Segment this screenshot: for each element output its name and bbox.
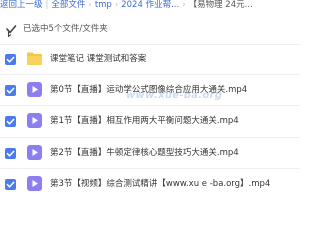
file-row-video[interactable]: 第2节【直播】牛顿定律核心题型技巧大通关.mp4 <box>0 137 300 168</box>
check-icon <box>6 181 15 188</box>
breadcrumb-current: 【易物理 24元... <box>188 0 253 10</box>
file-row-video[interactable]: 第1节【直播】相互作用两大平衡问题大通关.mp4 <box>0 105 300 136</box>
check-icon <box>6 118 15 125</box>
video-file-icon <box>27 82 42 97</box>
check-icon <box>6 56 15 63</box>
breadcrumb: 返回上一级 | 全部文件 › tmp › 2024 作业帮... › 【易物理 24元... <box>0 0 300 15</box>
breadcrumb-item-all-files[interactable]: 全部文件 <box>51 0 85 10</box>
row-checkbox[interactable] <box>5 148 16 159</box>
file-row-folder[interactable]: 课堂笔记 课堂测试和答案 <box>0 44 300 74</box>
selection-bar: 已选中5个文件/文件夹 <box>0 15 300 45</box>
breadcrumb-separator: › <box>182 0 186 10</box>
folder-icon <box>27 52 42 65</box>
file-name[interactable]: 第2节【直播】牛顿定律核心题型技巧大通关.mp4 <box>50 147 298 159</box>
video-file-icon <box>27 145 42 160</box>
breadcrumb-item-tmp[interactable]: tmp <box>95 0 112 10</box>
row-checkbox[interactable] <box>5 54 16 65</box>
breadcrumb-separator: | <box>45 0 49 10</box>
file-name[interactable]: 课堂笔记 课堂测试和答案 <box>50 53 298 65</box>
video-file-icon <box>27 176 42 191</box>
video-file-icon <box>27 113 42 128</box>
breadcrumb-separator: › <box>114 0 119 10</box>
row-checkbox[interactable] <box>5 85 16 96</box>
back-link[interactable]: 返回上一级 <box>0 0 43 10</box>
file-row-video[interactable]: 第3节【视频】综合测试精讲【www.xu e -ba.org】.mp4 <box>0 168 300 199</box>
row-checkbox[interactable] <box>5 179 16 190</box>
file-name[interactable]: 第1节【直播】相互作用两大平衡问题大通关.mp4 <box>50 115 298 127</box>
breadcrumb-item-2024[interactable]: 2024 作业帮... <box>121 0 179 10</box>
watermark: www.xue-ba.org <box>126 90 223 101</box>
selection-count: 已选中5个文件/文件夹 <box>23 24 108 34</box>
file-name[interactable]: 第3节【视频】综合测试精讲【www.xu e -ba.org】.mp4 <box>50 178 298 190</box>
check-icon <box>6 150 15 157</box>
select-all-checkbox-icon[interactable] <box>4 23 18 37</box>
row-checkbox[interactable] <box>5 116 16 127</box>
check-icon <box>6 87 15 94</box>
breadcrumb-separator: › <box>88 0 92 10</box>
